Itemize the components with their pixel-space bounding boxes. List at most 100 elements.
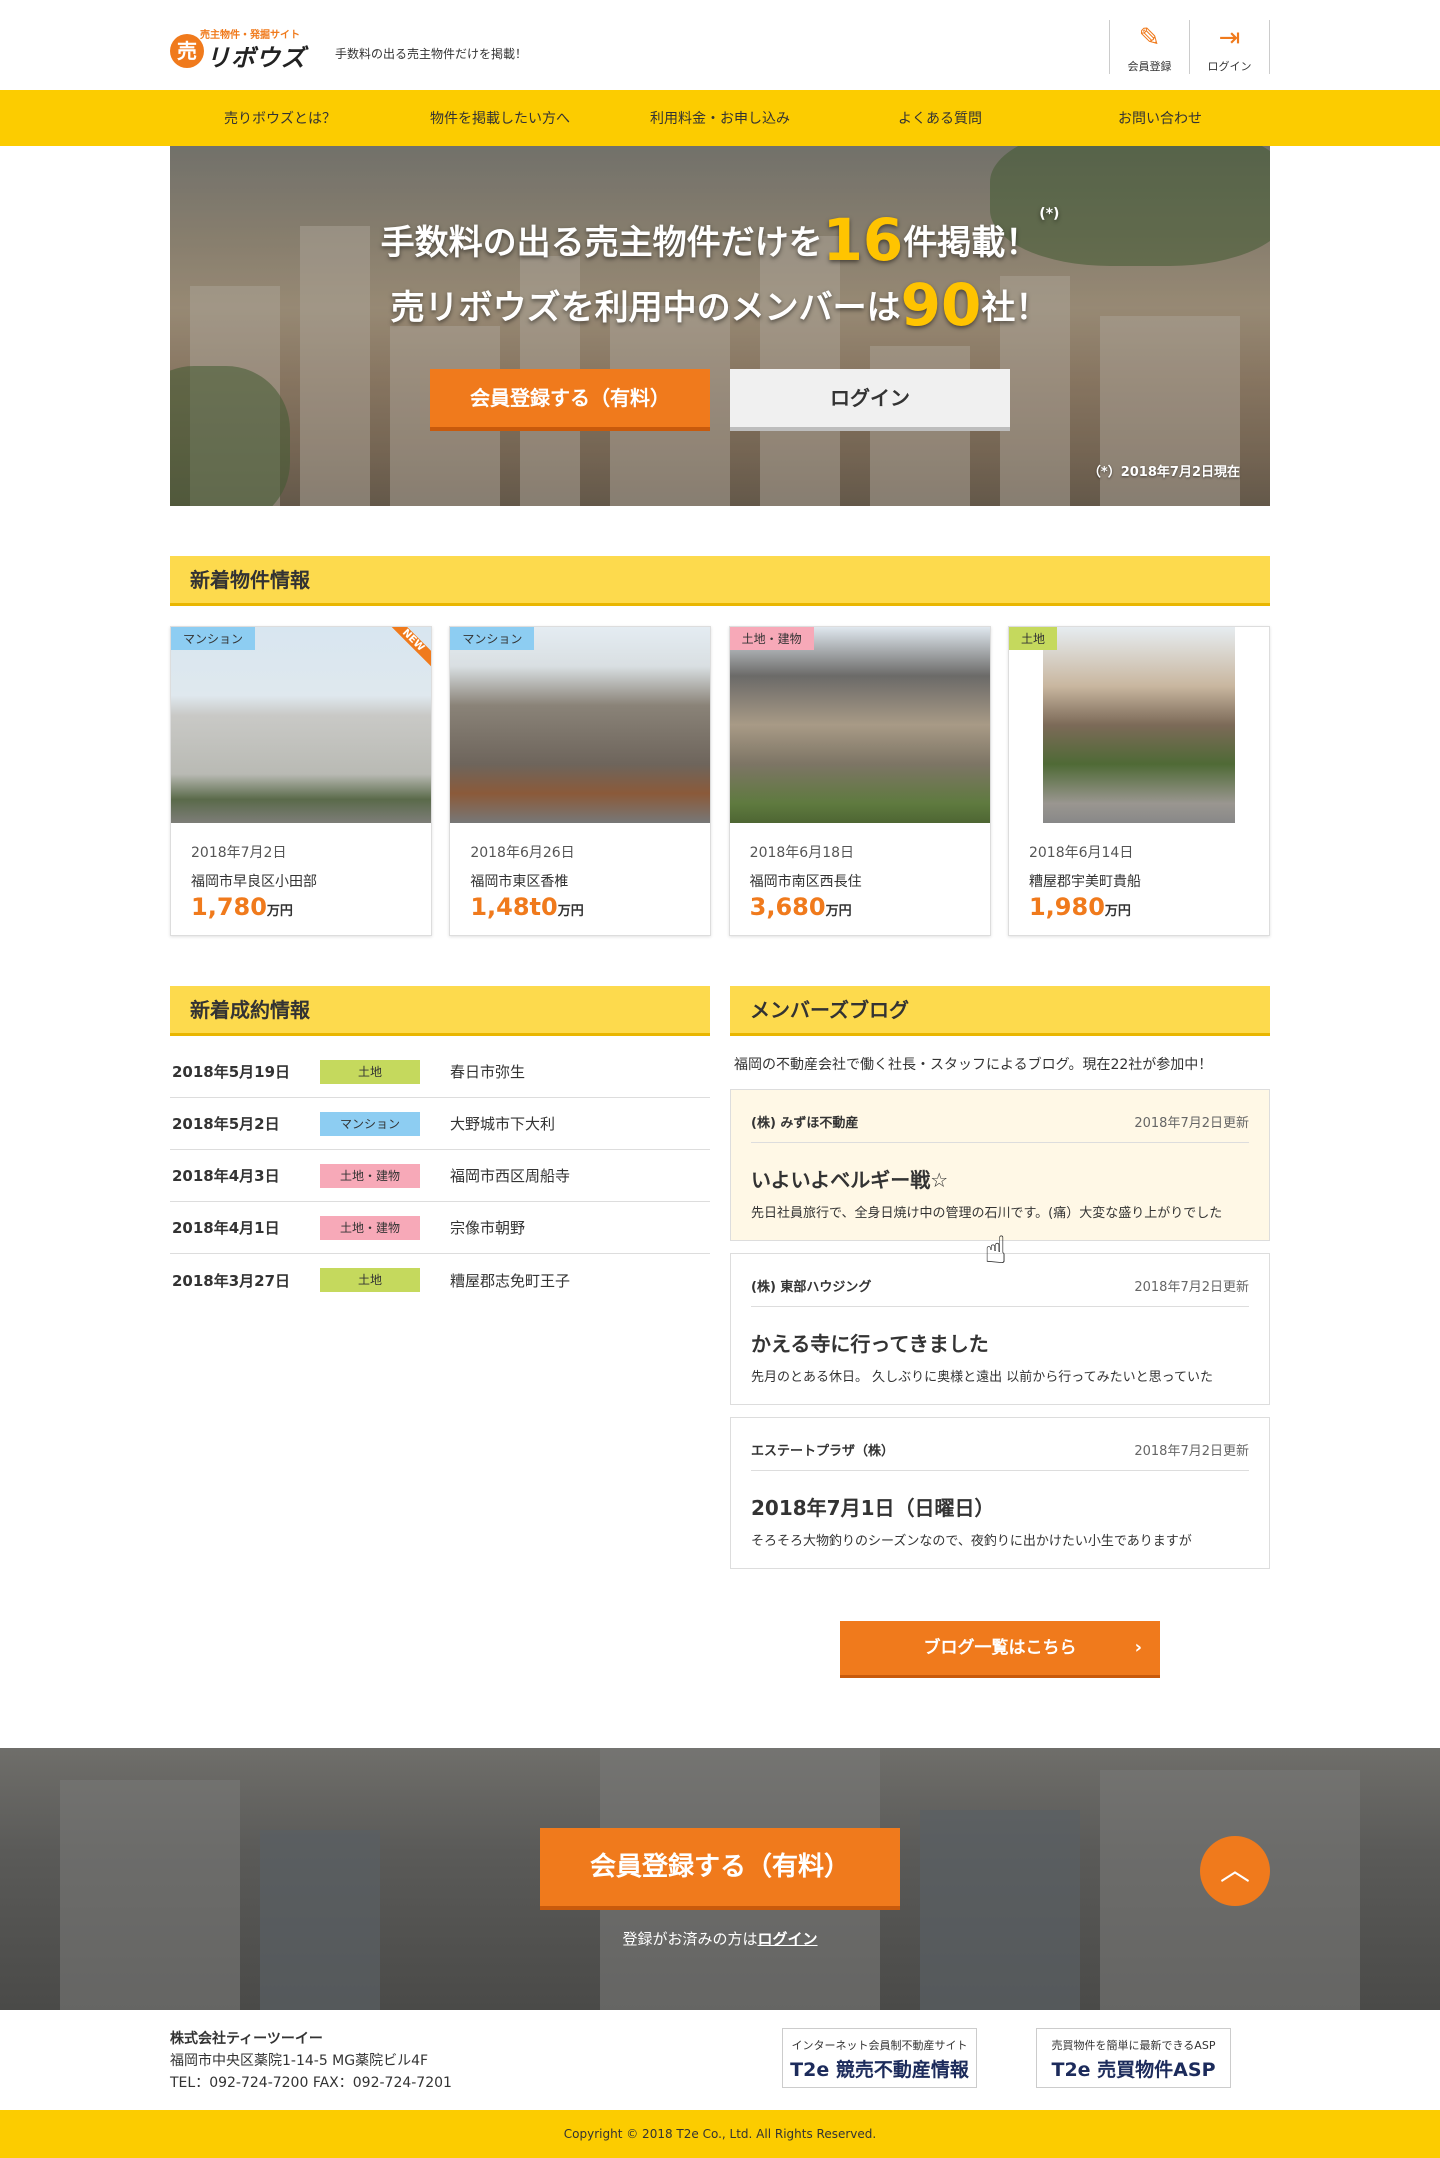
deal-row[interactable]: 2018年5月2日 マンション 大野城市下大利 xyxy=(170,1098,710,1150)
property-card[interactable]: 土地・建物 2018年6月18日 福岡市南区西長住 3,680万円 xyxy=(728,626,991,936)
blog-date: 2018年7月2日更新 xyxy=(1134,1444,1249,1459)
deal-date: 2018年4月1日 xyxy=(172,1219,280,1237)
cta-login-text: 登録がお済みの方はログイン xyxy=(622,1930,818,1948)
company-info: 株式会社ティーツーイー 福岡市中央区薬院1-14-5 MG薬院ビル4F TEL：… xyxy=(170,2028,452,2094)
property-price: 1,48t0万円 xyxy=(470,893,584,921)
header-login-label: ログイン xyxy=(1207,60,1252,73)
deal-date: 2018年5月19日 xyxy=(172,1063,291,1081)
site-tagline: 手数料の出る売主物件だけを掲載！ xyxy=(335,47,528,61)
deal-city: 大野城市下大利 xyxy=(450,1115,556,1133)
banner-asp[interactable]: 売買物件を簡単に最新できるASP T2e 売買物件ASP xyxy=(1036,2028,1231,2088)
property-price: 1,780万円 xyxy=(191,893,293,921)
nav-item-faq[interactable]: よくある質問 xyxy=(830,108,1050,128)
header-register-button[interactable]: ✎ 会員登録 xyxy=(1110,20,1190,74)
property-date: 2018年6月14日 xyxy=(1028,845,1134,861)
deal-row[interactable]: 2018年4月1日 土地・建物 宗像市朝野 xyxy=(170,1202,710,1254)
deal-type-tag: 土地・建物 xyxy=(320,1163,420,1188)
deal-type-tag: マンション xyxy=(320,1111,420,1136)
blog-date: 2018年7月2日更新 xyxy=(1134,1280,1249,1295)
property-photo: 土地・建物 xyxy=(729,627,990,823)
blog-title: メンバーズブログ xyxy=(730,986,1270,1036)
property-date: 2018年7月2日 xyxy=(191,845,287,861)
blog-excerpt: 先月のとある休日。 久しぶりに奥様と遠出 以前から行ってみたいと思っていた xyxy=(751,1370,1213,1385)
property-address: 福岡市東区香椎 xyxy=(470,874,569,890)
hero-headline-2: 売リボウズを利用中のメンバーは90社！ xyxy=(390,271,1050,339)
hero-register-button[interactable]: 会員登録する（有料） xyxy=(430,369,710,427)
blog-post[interactable]: (株) みずほ不動産 2018年7月2日更新 いよいよベルギー戦☆ 先日社員旅行… xyxy=(730,1089,1270,1241)
property-card[interactable]: マンション 2018年6月26日 福岡市東区香椎 1,48t0万円 xyxy=(449,626,712,936)
blog-list-button[interactable]: ブログ一覧はこちら › xyxy=(840,1621,1160,1675)
property-address: 糟屋郡宇美町貴船 xyxy=(1028,874,1141,890)
blog-post[interactable]: エステートプラザ（株） 2018年7月2日更新 2018年7月1日（日曜日） そ… xyxy=(730,1417,1270,1569)
banner-auction-info[interactable]: インターネット会員制不動産サイト T2e 競売不動産情報 xyxy=(782,2028,977,2088)
blog-description: 福岡の不動産会社で働く社長・スタッフによるブログ。現在22社が参加中！ xyxy=(734,1057,1213,1073)
property-type-tag: マンション xyxy=(450,627,535,650)
hero-note: （*）2018年7月2日現在 xyxy=(1087,465,1240,480)
company-name: 株式会社ティーツーイー xyxy=(170,2031,323,2047)
deal-row[interactable]: 2018年3月27日 土地 糟屋郡志免町王子 xyxy=(170,1254,710,1306)
property-type-tag: 土地・建物 xyxy=(729,627,814,650)
hand-cursor-icon: ☝ xyxy=(984,1228,1008,1272)
deal-type-tag: 土地・建物 xyxy=(320,1215,420,1240)
bottom-cta: 会員登録する（有料） 登録がお済みの方はログイン ︿ xyxy=(0,1748,1440,2010)
hero-headline-1: 手数料の出る売主物件だけを16件掲載！(*) xyxy=(380,206,1060,274)
blog-excerpt: 先日社員旅行で、全身日焼け中の管理の石川です。(痛）大変な盛り上がりでした xyxy=(751,1206,1223,1221)
deal-date: 2018年4月3日 xyxy=(172,1167,280,1185)
deal-city: 春日市弥生 xyxy=(450,1063,526,1081)
new-properties-title: 新着物件情報 xyxy=(170,556,1270,606)
property-date: 2018年6月26日 xyxy=(470,845,575,861)
property-address: 福岡市早良区小田部 xyxy=(191,874,317,890)
property-list: マンション NEW 2018年7月2日 福岡市早良区小田部 1,780万円 マン… xyxy=(170,626,1270,936)
blog-post[interactable]: (株) 東部ハウジング 2018年7月2日更新 かえる寺に行ってきました 先月の… xyxy=(730,1253,1270,1405)
property-price: 3,680万円 xyxy=(749,893,852,921)
nav-item-pricing[interactable]: 利用料金・お申し込み xyxy=(610,108,830,128)
deal-city: 宗像市朝野 xyxy=(450,1219,526,1237)
back-to-top-button[interactable]: ︿ xyxy=(1200,1836,1270,1906)
nav-item-contact[interactable]: お問い合わせ xyxy=(1050,108,1270,128)
property-photo: マンション NEW xyxy=(171,627,431,823)
cta-login-link[interactable]: ログイン xyxy=(758,1930,818,1948)
site-header: 売主物件・発掘サイト 売 リボウズ 手数料の出る売主物件だけを掲載！ ✎ 会員登… xyxy=(0,0,1440,90)
logo-circle: 売 xyxy=(170,34,204,68)
hero-login-button[interactable]: ログイン xyxy=(730,369,1010,427)
nav-item-about[interactable]: 売りボウズとは？ xyxy=(170,108,390,128)
property-photo: マンション xyxy=(450,627,711,823)
logo-mark: 売主物件・発掘サイト 売 リボウズ xyxy=(170,28,330,72)
property-photo: 土地 xyxy=(1008,627,1269,823)
property-type-tag: 土地 xyxy=(1008,627,1057,650)
deal-row[interactable]: 2018年4月3日 土地・建物 福岡市西区周船寺 xyxy=(170,1150,710,1202)
blog-post-title: いよいよベルギー戦☆ xyxy=(751,1168,949,1192)
property-price: 1,980万円 xyxy=(1028,893,1131,921)
property-card[interactable]: 土地 2018年6月14日 糟屋郡宇美町貴船 1,980万円 xyxy=(1007,626,1270,936)
company-address: 福岡市中央区薬院1-14-5 MG薬院ビル4F xyxy=(170,2053,429,2069)
header-login-button[interactable]: ⇥ ログイン xyxy=(1190,20,1270,74)
pencil-icon: ✎ xyxy=(1138,23,1161,53)
deals-title: 新着成約情報 xyxy=(170,986,710,1036)
copyright: Copyright © 2018 T2e Co., Ltd. All Right… xyxy=(0,2110,1440,2158)
property-type-tag: マンション xyxy=(171,627,256,650)
cta-register-button[interactable]: 会員登録する（有料） xyxy=(540,1828,900,1906)
blog-section: メンバーズブログ 福岡の不動産会社で働く社長・スタッフによるブログ。現在22社が… xyxy=(730,986,1270,1581)
blog-author: エステートプラザ（株） xyxy=(751,1444,895,1459)
site-logo[interactable]: 売主物件・発掘サイト 売 リボウズ xyxy=(170,28,330,72)
header-buttons: ✎ 会員登録 ⇥ ログイン xyxy=(1109,20,1270,74)
blog-excerpt: そろそろ大物釣りのシーズンなので、夜釣りに出かけたい小生でありますが xyxy=(751,1534,1192,1549)
deals-section: 新着成約情報 2018年5月19日 土地 春日市弥生 2018年5月2日 マンシ… xyxy=(170,986,710,1581)
deal-row[interactable]: 2018年5月19日 土地 春日市弥生 xyxy=(170,1046,710,1098)
chevron-right-icon: › xyxy=(1134,1637,1142,1658)
blog-author: (株) みずほ不動産 xyxy=(751,1116,859,1131)
deal-city: 福岡市西区周船寺 xyxy=(450,1167,571,1185)
deal-date: 2018年3月27日 xyxy=(172,1271,291,1290)
listing-count: 16 xyxy=(822,206,904,274)
new-badge: NEW xyxy=(380,627,431,673)
nav-item-listing[interactable]: 物件を掲載したい方へ xyxy=(390,108,610,128)
login-icon: ⇥ xyxy=(1218,23,1241,53)
property-card[interactable]: マンション NEW 2018年7月2日 福岡市早良区小田部 1,780万円 xyxy=(170,626,432,936)
blog-post-title: かえる寺に行ってきました xyxy=(751,1332,989,1356)
company-phone: TEL：092-724-7200 FAX：092-724-7201 xyxy=(170,2075,452,2091)
blog-post-title: 2018年7月1日（日曜日） xyxy=(751,1496,995,1520)
deal-type-tag: 土地 xyxy=(320,1268,420,1292)
site-footer: 株式会社ティーツーイー 福岡市中央区薬院1-14-5 MG薬院ビル4F TEL：… xyxy=(0,2010,1440,2110)
chevron-up-icon: ︿ xyxy=(1220,1853,1250,1888)
blog-author: (株) 東部ハウジング xyxy=(751,1280,872,1295)
